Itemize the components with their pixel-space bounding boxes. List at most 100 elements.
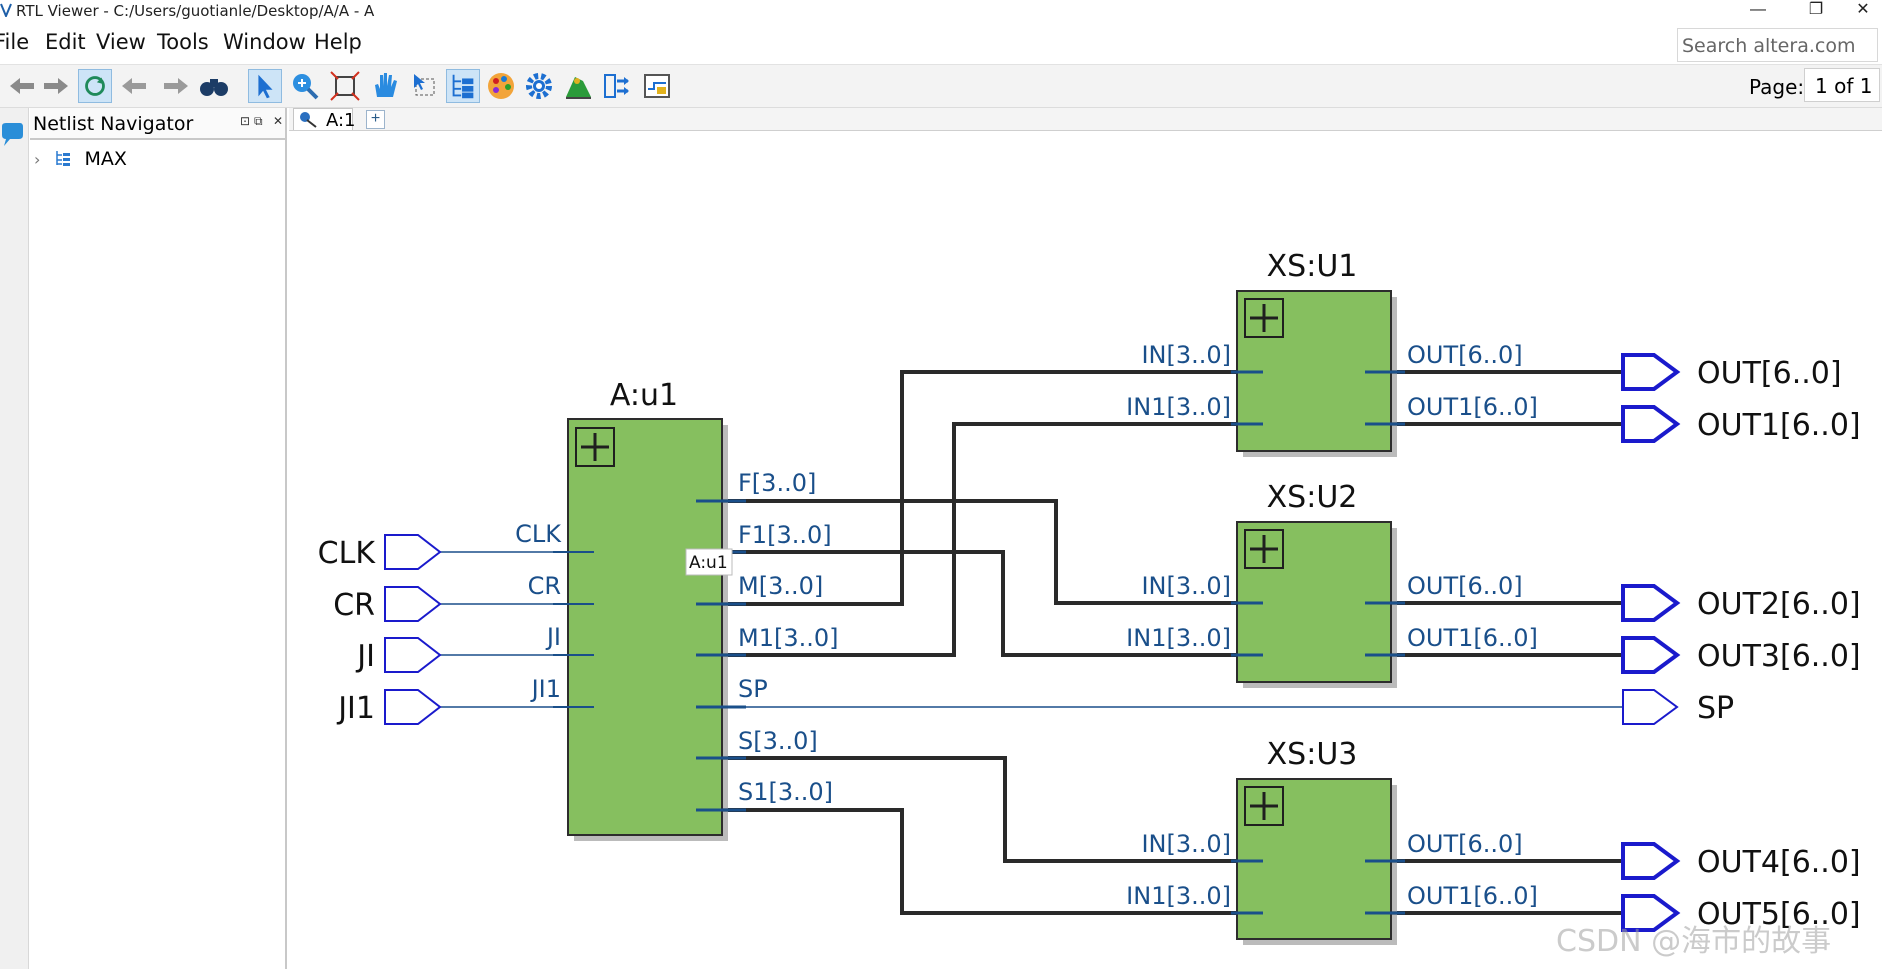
module-xs-u3[interactable]: XS:U3 IN[3..0] IN1[3..0] OUT[6..0] OUT1[… xyxy=(1126,737,1538,940)
page-selector[interactable]: 1 of 1 xyxy=(1804,68,1880,102)
tree-item-max[interactable]: › MAX xyxy=(34,148,127,170)
zoom-icon[interactable] xyxy=(288,69,322,103)
module-title: XS:U1 xyxy=(1267,249,1358,284)
pin-label: JI1 xyxy=(336,691,375,726)
port-in1: IN1[3..0] xyxy=(1126,624,1231,652)
pin-label: OUT2[6..0] xyxy=(1697,587,1861,622)
port-m1: M1[3..0] xyxy=(738,624,839,652)
rtl-tab-icon xyxy=(300,112,317,128)
schematic-page-icon[interactable] xyxy=(640,69,674,103)
page-label: Page: xyxy=(1749,75,1805,99)
port-f: F[3..0] xyxy=(738,469,816,497)
output-pin-out[interactable]: OUT[6..0] xyxy=(1621,353,1842,391)
port-out: OUT[6..0] xyxy=(1407,341,1523,369)
pin-icon[interactable]: ⊡ xyxy=(240,114,250,128)
restore-button[interactable]: ❐ xyxy=(1793,0,1839,22)
module-title: A:u1 xyxy=(610,378,678,413)
menu-window[interactable]: Window xyxy=(223,30,306,54)
module-xs-u1[interactable]: XS:U1 IN[3..0] IN1[3..0] OUT[6..0] OUT1[… xyxy=(1126,249,1538,452)
next-page-icon[interactable] xyxy=(158,69,192,103)
port-out1: OUT1[6..0] xyxy=(1407,393,1538,421)
port-cr: CR xyxy=(528,572,561,600)
document-tab-bar: A:1 + xyxy=(289,108,1882,131)
port-m: M[3..0] xyxy=(738,572,823,600)
previous-page-icon[interactable] xyxy=(118,69,152,103)
port-s: S[3..0] xyxy=(738,727,818,755)
hierarchy-icon[interactable] xyxy=(446,69,480,103)
float-icon[interactable]: ⧉ xyxy=(254,114,263,129)
area-select-icon[interactable] xyxy=(408,69,442,103)
tab-label: A:1 xyxy=(326,110,356,131)
schematic-canvas[interactable]: A:u1 CLK CR JI JI1 F[3..0] F1[3..0] M[3.… xyxy=(291,131,1882,969)
port-f1: F1[3..0] xyxy=(738,521,832,549)
app-logo-icon xyxy=(0,3,12,17)
output-pin-out3[interactable]: OUT3[6..0] xyxy=(1621,636,1861,674)
watermark: CSDN @海市的故事 xyxy=(1556,924,1832,959)
module-title: XS:U3 xyxy=(1267,737,1358,772)
pin-label: CLK xyxy=(318,536,377,571)
pin-label: OUT4[6..0] xyxy=(1697,845,1861,880)
port-out: OUT[6..0] xyxy=(1407,830,1523,858)
module-a-u1[interactable]: A:u1 CLK CR JI JI1 F[3..0] F1[3..0] M[3.… xyxy=(515,378,839,836)
menu-view[interactable]: View xyxy=(96,30,146,54)
input-pin-clk[interactable]: CLK xyxy=(318,534,442,571)
tree-item-label: MAX xyxy=(84,148,127,170)
menu-bar: File Edit View Tools Window Help xyxy=(0,24,1882,60)
menu-tools[interactable]: Tools xyxy=(157,30,209,54)
chevron-right-icon[interactable]: › xyxy=(34,150,40,169)
tab-a1[interactable]: A:1 xyxy=(293,108,356,131)
input-pin-ji1[interactable]: JI1 xyxy=(336,689,442,726)
window-title: RTL Viewer - C:/Users/guotianle/Desktop/… xyxy=(16,2,375,20)
port-out1: OUT1[6..0] xyxy=(1407,624,1538,652)
navigator-title: Netlist Navigator xyxy=(33,113,194,135)
hover-tooltip: A:u1 xyxy=(685,548,733,576)
refresh-icon[interactable] xyxy=(78,69,112,103)
hand-pan-icon[interactable] xyxy=(368,69,402,103)
menu-edit[interactable]: Edit xyxy=(45,30,86,54)
schematic-svg[interactable]: A:u1 CLK CR JI JI1 F[3..0] F1[3..0] M[3.… xyxy=(291,131,1882,969)
port-in: IN[3..0] xyxy=(1141,572,1231,600)
input-pin-ji[interactable]: JI xyxy=(355,637,442,674)
output-pin-out2[interactable]: OUT2[6..0] xyxy=(1621,584,1861,622)
port-out1: OUT1[6..0] xyxy=(1407,882,1538,910)
port-clk: CLK xyxy=(515,520,562,548)
close-panel-icon[interactable]: ✕ xyxy=(273,114,283,128)
pin-label: SP xyxy=(1697,691,1734,726)
port-ji: JI xyxy=(545,623,561,651)
export-icon[interactable] xyxy=(600,69,634,103)
module-xs-u2[interactable]: XS:U2 IN[3..0] IN1[3..0] OUT[6..0] OUT1[… xyxy=(1126,480,1538,683)
tooltip-text: A:u1 xyxy=(689,553,728,573)
netlist-navigator-panel: Netlist Navigator ⊡ ⧉ ✕ › MAX xyxy=(30,108,287,969)
port-s1: S1[3..0] xyxy=(738,778,833,806)
port-sp: SP xyxy=(738,675,768,703)
search-input[interactable]: Search altera.com xyxy=(1677,28,1878,62)
add-tab-button[interactable]: + xyxy=(366,110,385,129)
close-button[interactable]: ✕ xyxy=(1840,0,1882,22)
menu-file[interactable]: File xyxy=(0,30,29,54)
output-pin-out4[interactable]: OUT4[6..0] xyxy=(1621,842,1861,880)
output-pin-out1[interactable]: OUT1[6..0] xyxy=(1621,405,1861,443)
port-in: IN[3..0] xyxy=(1141,830,1231,858)
output-pin-sp[interactable]: SP xyxy=(1622,689,1734,726)
fit-window-icon[interactable] xyxy=(328,69,362,103)
input-pins: CLK CR JI JI1 xyxy=(318,534,442,726)
find-binoculars-icon[interactable] xyxy=(197,69,231,103)
port-in1: IN1[3..0] xyxy=(1126,393,1231,421)
module-title: XS:U2 xyxy=(1267,480,1358,515)
port-out: OUT[6..0] xyxy=(1407,572,1523,600)
pin-label: OUT1[6..0] xyxy=(1697,408,1861,443)
color-palette-icon[interactable] xyxy=(484,69,518,103)
select-pointer-icon[interactable] xyxy=(248,69,282,103)
chat-bubble-icon[interactable] xyxy=(0,122,24,148)
minimize-button[interactable]: — xyxy=(1735,0,1781,22)
forward-icon[interactable] xyxy=(38,69,72,103)
back-icon[interactable] xyxy=(6,69,40,103)
input-pin-cr[interactable]: CR xyxy=(333,586,442,623)
left-side-strip xyxy=(0,108,29,969)
settings-gear-icon[interactable] xyxy=(522,69,556,103)
bird-icon[interactable] xyxy=(561,69,595,103)
hierarchy-tree-icon xyxy=(56,151,71,166)
port-in: IN[3..0] xyxy=(1141,341,1231,369)
menu-help[interactable]: Help xyxy=(314,30,362,54)
output-pins: OUT[6..0] OUT1[6..0] OUT2[6..0] OUT3[6..… xyxy=(1621,353,1861,932)
